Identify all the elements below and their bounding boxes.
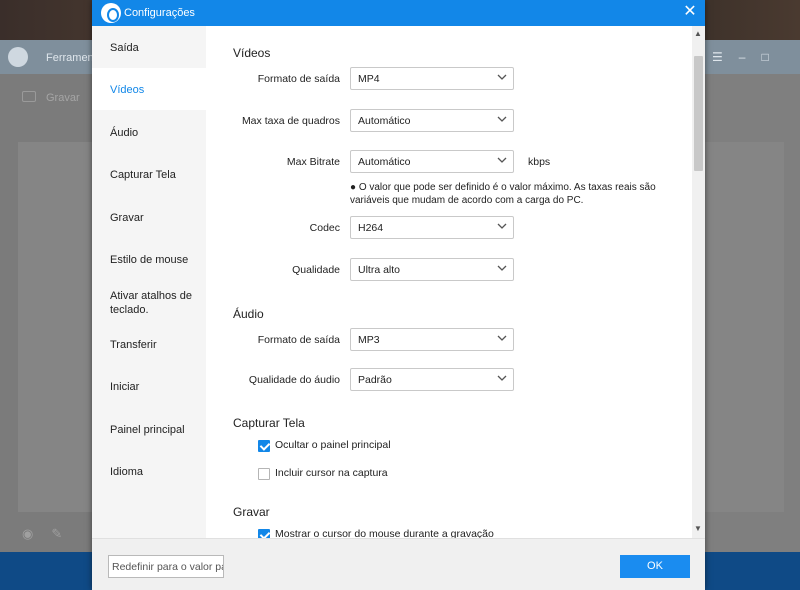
content-scrollbar[interactable]: ▲ ▼: [692, 26, 705, 538]
sidebar-item-saida[interactable]: Saída: [92, 41, 206, 55]
video-quality-value: Ultra alto: [358, 264, 401, 276]
section-title-audio: Áudio: [233, 307, 264, 321]
sidebar-item-transferir[interactable]: Transferir: [92, 338, 206, 352]
chevron-down-icon: [497, 116, 507, 122]
codec-label: Codec: [309, 222, 340, 234]
video-camera-icon: [22, 91, 36, 102]
sidebar-item-audio[interactable]: Áudio: [92, 126, 206, 140]
sidebar-item-atalhos[interactable]: Ativar atalhos de teclado.: [92, 289, 202, 317]
codec-select[interactable]: H264: [350, 216, 514, 239]
close-icon[interactable]: ✕: [682, 4, 698, 20]
scroll-down-icon[interactable]: ▼: [694, 524, 702, 533]
hide-panel-label: Ocultar o painel principal: [275, 439, 391, 451]
video-format-value: MP4: [358, 73, 380, 85]
max-framerate-value: Automático: [358, 115, 411, 127]
audio-format-label: Formato de saída: [257, 334, 340, 346]
sidebar-item-gravar[interactable]: Gravar: [92, 211, 206, 225]
pencil-icon: ✎: [51, 526, 63, 541]
chevron-down-icon: [497, 335, 507, 341]
app-title-text: Ferramen: [46, 52, 94, 64]
chevron-down-icon: [497, 223, 507, 229]
codec-value: H264: [358, 222, 384, 234]
sidebar-item-videos[interactable]: Vídeos: [92, 68, 206, 110]
chevron-down-icon: [497, 265, 507, 271]
include-cursor-checkbox[interactable]: [258, 468, 270, 480]
bitrate-unit: kbps: [528, 156, 551, 168]
audio-format-value: MP3: [358, 334, 380, 346]
video-quality-label: Qualidade: [292, 264, 340, 276]
chevron-down-icon: [497, 74, 507, 80]
video-quality-select[interactable]: Ultra alto: [350, 258, 514, 281]
chevron-down-icon: [497, 375, 507, 381]
scrollbar-thumb[interactable]: [694, 56, 703, 171]
eye-icon: ◉: [22, 526, 34, 541]
sidebar-item-estilo-de-mouse[interactable]: Estilo de mouse: [92, 253, 206, 267]
audio-quality-select[interactable]: Padrão: [350, 368, 514, 391]
app-bottom-icons: ◉ ✎: [22, 526, 62, 542]
show-cursor-label: Mostrar o cursor do mouse durante a grav…: [275, 528, 494, 538]
hide-panel-checkbox[interactable]: [258, 440, 270, 452]
show-cursor-checkbox[interactable]: [258, 529, 270, 538]
audio-quality-label: Qualidade do áudio: [248, 374, 340, 386]
section-title-capture: Capturar Tela: [233, 416, 305, 430]
audio-format-select[interactable]: MP3: [350, 328, 514, 351]
max-bitrate-label: Max Bitrate: [286, 156, 340, 168]
maximize-icon: □: [761, 50, 769, 64]
max-bitrate-select[interactable]: Automático: [350, 150, 514, 173]
sidebar-item-iniciar[interactable]: Iniciar: [92, 380, 206, 394]
menu-icon: ☰: [712, 50, 723, 64]
sidebar-item-capturar-tela[interactable]: Capturar Tela: [92, 168, 206, 182]
dialog-titlebar: Configurações ✕: [92, 0, 705, 26]
max-framerate-label: Max taxa de quadros: [241, 115, 340, 127]
app-window-controls: ☰ – □: [712, 50, 798, 66]
app-logo-icon: [101, 3, 121, 23]
video-format-label: Formato de saída: [257, 73, 340, 85]
bitrate-note: ● O valor que pode ser definido é o valo…: [350, 182, 656, 206]
ok-button[interactable]: OK: [620, 555, 690, 578]
max-framerate-select[interactable]: Automático: [350, 109, 514, 132]
minimize-icon: –: [738, 50, 746, 64]
dialog-footer: Redefinir para o valor pa OK: [92, 538, 705, 590]
video-format-select[interactable]: MP4: [350, 67, 514, 90]
max-bitrate-value: Automático: [358, 156, 411, 168]
dialog-title: Configurações: [124, 7, 195, 19]
scroll-up-icon[interactable]: ▲: [694, 29, 702, 38]
chevron-down-icon: [497, 157, 507, 163]
settings-sidebar: Saída Vídeos Áudio Capturar Tela Gravar …: [92, 26, 206, 538]
app-toolbar-label: Gravar: [46, 92, 80, 104]
include-cursor-label: Incluir cursor na captura: [275, 467, 388, 479]
audio-quality-value: Padrão: [358, 374, 392, 386]
reset-defaults-button[interactable]: Redefinir para o valor pa: [108, 555, 224, 578]
sidebar-item-idioma[interactable]: Idioma: [92, 465, 206, 479]
settings-content: Vídeos Formato de saída MP4 Max taxa de …: [206, 26, 692, 538]
settings-dialog: Configurações ✕ Saída Vídeos Áudio Captu…: [92, 0, 705, 590]
section-title-record: Gravar: [233, 505, 270, 519]
app-logo-icon: [8, 47, 28, 67]
sidebar-item-painel-principal[interactable]: Painel principal: [92, 423, 206, 437]
section-title-videos: Vídeos: [233, 46, 271, 60]
